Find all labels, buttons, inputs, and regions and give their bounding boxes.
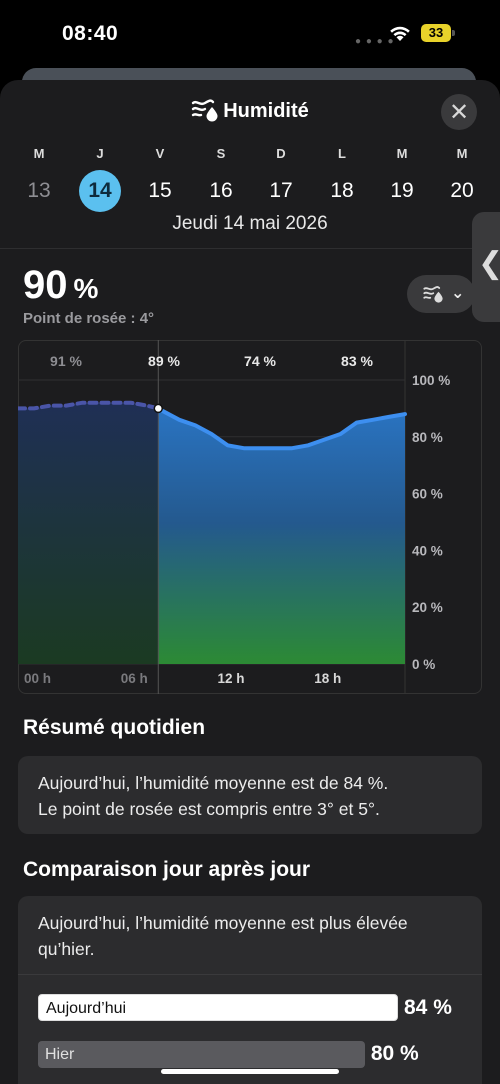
sheet-title: Humidité: [0, 98, 500, 123]
sheet-title-text: Humidité: [223, 100, 309, 122]
yesterday-value: 80 %: [370, 1042, 419, 1065]
today-bar: Aujourd’hui: [38, 994, 398, 1021]
humidity-sheet: Humidité ✕ M 13 J 14 V 15 S 16 D 17 L 18 M 19 M 20 Jeud…: [0, 80, 500, 1084]
humidity-icon: [423, 286, 443, 303]
day-17[interactable]: D 17: [259, 146, 303, 212]
wifi-icon: [390, 26, 410, 41]
current-humidity: 90%: [23, 263, 98, 308]
chevron-left-icon: ❮: [478, 246, 500, 281]
battery-icon: 33: [421, 24, 455, 42]
x-tick-label: 12 h: [218, 671, 245, 686]
day-number: 14: [79, 170, 121, 212]
current-humidity-value: 90: [23, 263, 68, 307]
day-letter: V: [155, 146, 165, 161]
day-13[interactable]: M 13: [17, 146, 61, 212]
y-tick-label: 80 %: [412, 430, 443, 445]
summary-card: Aujourd’hui, l’humidité moyenne est de 8…: [18, 756, 482, 834]
divider: [0, 248, 500, 249]
humidity-icon: [192, 99, 218, 122]
battery-level: 33: [428, 25, 444, 40]
comparison-text: Aujourd’hui, l’humidité moyenne est plus…: [38, 913, 408, 959]
today-label: Aujourd’hui: [46, 1000, 127, 1017]
period-label: 89 %: [148, 353, 180, 369]
summary-line-2: Le point de rosée est compris entre 3° e…: [38, 799, 380, 819]
period-label: 74 %: [244, 353, 276, 369]
y-tick-label: 0 %: [412, 657, 435, 672]
period-label: 83 %: [341, 353, 373, 369]
summary-text: Aujourd’hui, l’humidité moyenne est de 8…: [38, 770, 468, 822]
day-selector: M 13 J 14 V 15 S 16 D 17 L 18 M 19 M 20: [0, 146, 500, 216]
y-tick-label: 100 %: [412, 373, 450, 388]
comparison-title: Comparaison jour après jour: [23, 858, 311, 881]
comparison-card: Aujourd’hui, l’humidité moyenne est plus…: [18, 896, 482, 1084]
day-letter: L: [338, 146, 346, 161]
chart-mode-button[interactable]: ⌄: [407, 275, 475, 313]
day-20[interactable]: M 20: [440, 146, 484, 212]
close-icon: ✕: [448, 98, 470, 126]
day-18[interactable]: L 18: [320, 146, 364, 212]
dew-point: Point de rosée : 4°: [23, 310, 155, 327]
day-letter: M: [33, 146, 45, 161]
current-point: [153, 403, 164, 414]
day-number: 17: [269, 179, 293, 202]
y-tick-label: 60 %: [412, 487, 443, 502]
y-tick-label: 20 %: [412, 600, 443, 615]
humidity-chart[interactable]: 91 % 89 % 74 % 83 % 100 % 80 % 60 % 40 % 20 % 0 %…: [18, 340, 482, 694]
summary-line-1: Aujourd’hui, l’humidité moyenne est de 8…: [38, 773, 389, 793]
day-15[interactable]: V 15: [138, 146, 182, 212]
day-number: 15: [148, 179, 172, 202]
summary-title: Résumé quotidien: [23, 716, 206, 739]
yesterday-label: Hier: [45, 1046, 75, 1063]
day-letter: M: [456, 146, 468, 161]
close-button[interactable]: ✕: [441, 94, 477, 130]
current-humidity-unit: %: [73, 273, 99, 304]
x-tick-label: 18 h: [314, 671, 341, 686]
status-bar: 08:40 ● ● ● ● 33: [0, 0, 500, 68]
day-number: 20: [450, 179, 474, 202]
selected-date: Jeudi 14 mai 2026: [172, 213, 328, 234]
day-letter: D: [276, 146, 286, 161]
day-14[interactable]: J 14: [78, 146, 122, 212]
status-time: 08:40: [62, 22, 119, 45]
day-letter: J: [96, 146, 104, 161]
day-16[interactable]: S 16: [199, 146, 243, 212]
divider: [18, 974, 482, 975]
past-area: [18, 402, 159, 664]
day-19[interactable]: M 19: [380, 146, 424, 212]
x-tick-label: 06 h: [121, 671, 148, 686]
home-indicator[interactable]: [161, 1069, 339, 1074]
day-number: 19: [390, 179, 414, 202]
day-number: 13: [27, 179, 51, 202]
day-letter: M: [396, 146, 408, 161]
y-tick-label: 40 %: [412, 543, 443, 558]
day-number: 18: [330, 179, 354, 202]
day-number: 16: [209, 179, 233, 202]
period-label: 91 %: [50, 353, 82, 369]
yesterday-bar: Hier: [38, 1041, 365, 1068]
chevron-down-icon: ⌄: [451, 285, 465, 302]
side-panel-handle[interactable]: ❮: [472, 212, 500, 322]
x-tick-label: 00 h: [24, 671, 51, 686]
day-letter: S: [216, 146, 226, 161]
today-value: 84 %: [404, 996, 452, 1019]
